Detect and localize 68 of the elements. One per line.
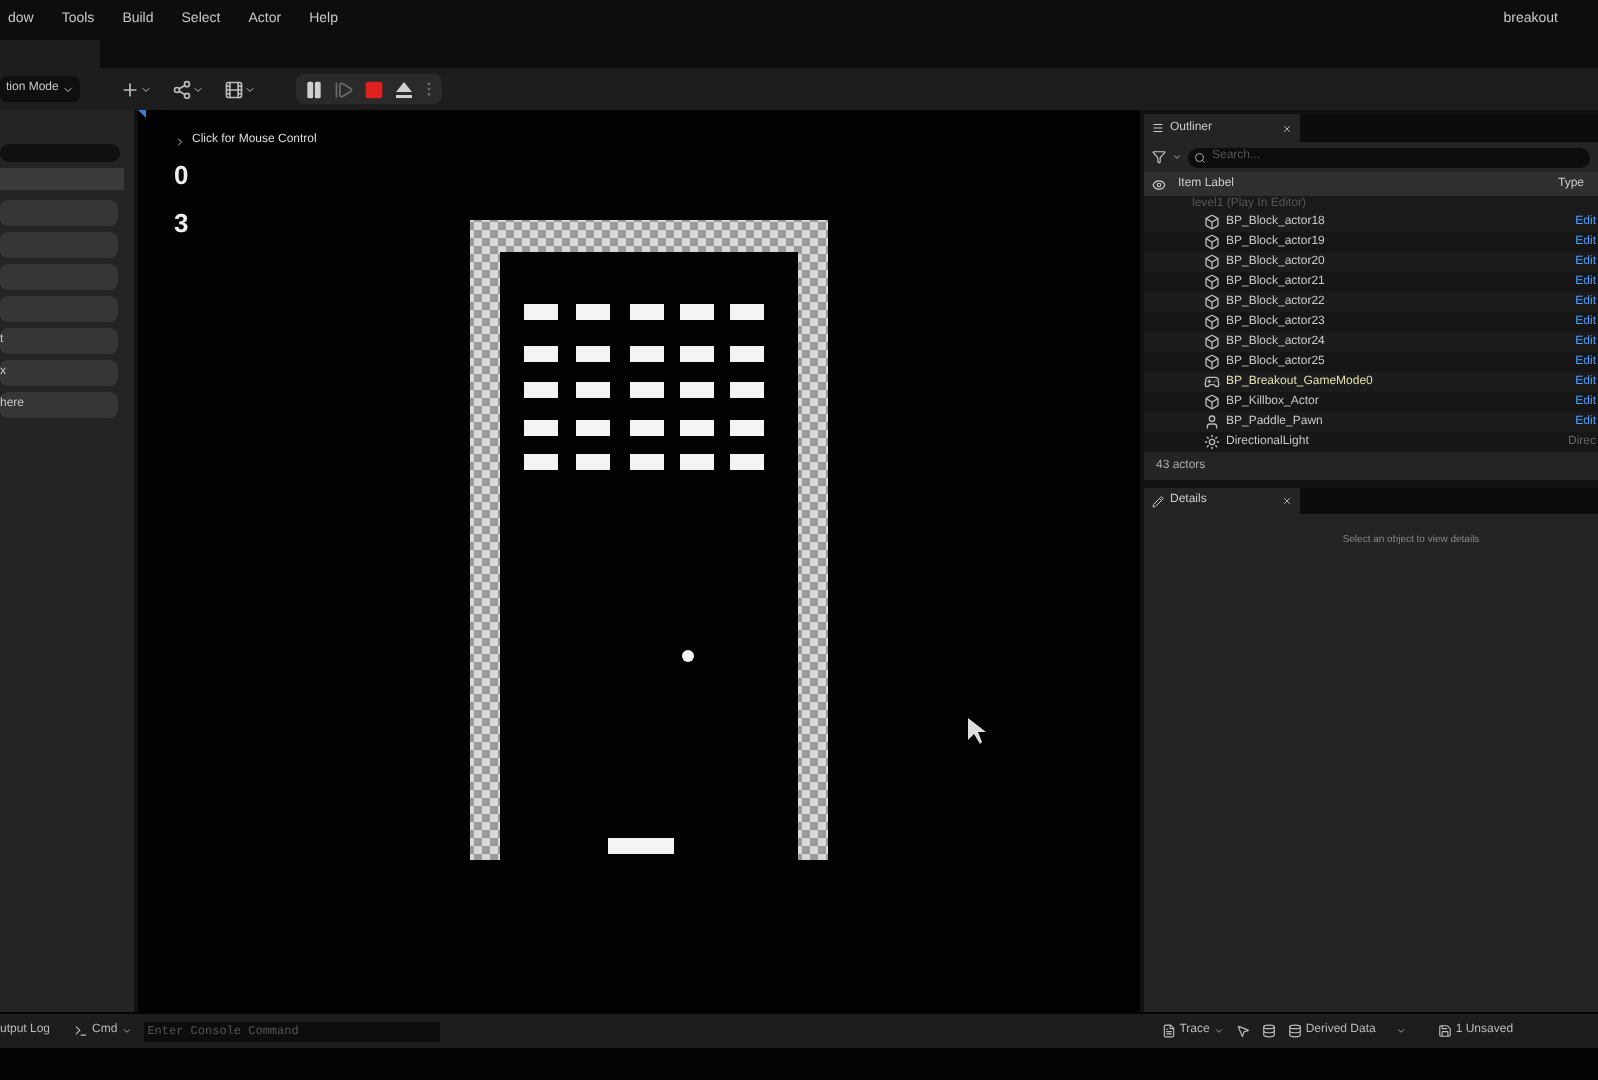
actor-icon [1204, 274, 1220, 290]
pencil-icon [1152, 495, 1164, 507]
brick [576, 382, 610, 398]
corner-marker-icon [138, 110, 146, 118]
brick [680, 346, 714, 362]
list-icon [1152, 122, 1164, 134]
terminal-icon [74, 1024, 89, 1038]
brick [680, 420, 714, 436]
sun-icon [1204, 434, 1220, 450]
nodes-icon [172, 79, 193, 99]
brick [680, 304, 714, 320]
paddle [608, 838, 674, 854]
caret-icon [121, 1026, 132, 1036]
actor-icon [1204, 354, 1220, 370]
brick [730, 346, 764, 362]
caret-icon [1395, 1026, 1406, 1036]
brick [576, 304, 610, 320]
database-icon [1287, 1024, 1302, 1038]
actor-icon [1204, 394, 1220, 410]
person-icon [1204, 414, 1220, 430]
brick [730, 382, 764, 398]
brick [730, 304, 764, 320]
brick [630, 346, 664, 362]
ball [682, 650, 694, 662]
actor-icon [1204, 334, 1220, 350]
eye-icon [1152, 177, 1166, 191]
caret-icon [174, 135, 186, 147]
filter-icon [1152, 150, 1166, 164]
blueprint-button[interactable] [172, 79, 205, 99]
brick [524, 346, 558, 362]
brick [730, 454, 764, 470]
caret-icon [1172, 152, 1182, 162]
brick [730, 420, 764, 436]
brick [576, 346, 610, 362]
database-icon [1261, 1024, 1276, 1038]
caret-icon [244, 83, 257, 95]
gamepad-icon [1204, 374, 1220, 390]
caret-icon [62, 83, 75, 95]
brick [630, 420, 664, 436]
save-icon [1437, 1024, 1452, 1038]
brick [576, 454, 610, 470]
mouse-cursor-icon [968, 718, 986, 744]
actor-icon [1204, 214, 1220, 230]
actor-icon [1204, 254, 1220, 270]
brick [576, 420, 610, 436]
cinematics-button[interactable] [224, 79, 257, 99]
film-icon [224, 79, 245, 99]
search-icon [1194, 151, 1206, 163]
brick [524, 304, 558, 320]
brick [524, 454, 558, 470]
brick [524, 420, 558, 436]
caret-icon [140, 83, 153, 95]
plus-icon [120, 79, 141, 99]
actor-icon [1204, 234, 1220, 250]
actor-icon [1204, 294, 1220, 310]
brick [630, 304, 664, 320]
lives-text: 3 [174, 210, 191, 236]
brick [630, 454, 664, 470]
caret-icon [1213, 1026, 1224, 1036]
add-actor-button[interactable] [120, 79, 153, 99]
brick [680, 382, 714, 398]
document-icon [1161, 1024, 1176, 1038]
brick [630, 382, 664, 398]
actor-icon [1204, 314, 1220, 330]
score-text: 0 [174, 162, 191, 188]
caret-icon [192, 83, 205, 95]
brick [524, 382, 558, 398]
brick [680, 454, 714, 470]
